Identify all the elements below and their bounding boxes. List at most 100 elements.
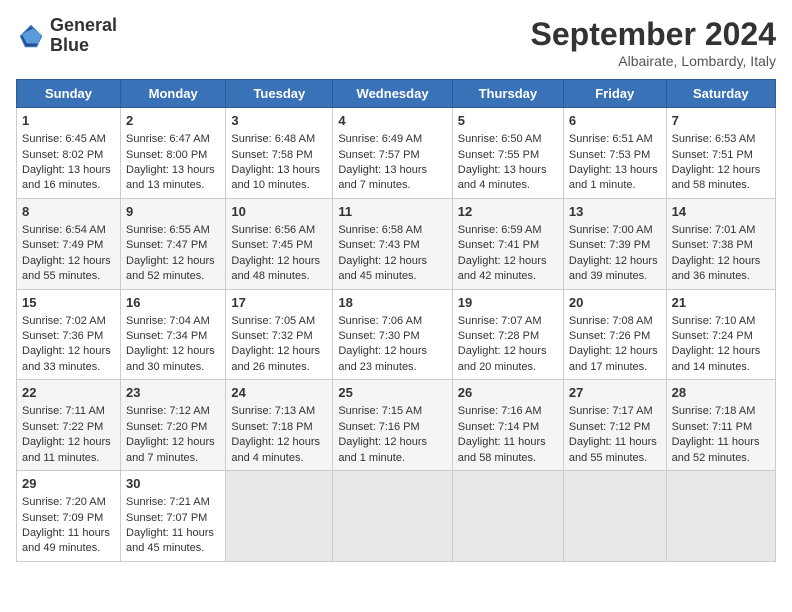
day-info: Daylight: 12 hours and 17 minutes. — [569, 344, 661, 375]
day-info: Sunset: 7:55 PM — [458, 148, 558, 163]
day-info: Daylight: 12 hours and 26 minutes. — [231, 344, 327, 375]
day-info: Sunset: 7:51 PM — [672, 148, 770, 163]
day-info: Sunset: 7:47 PM — [126, 238, 220, 253]
day-number: 25 — [338, 384, 446, 402]
day-info: Sunset: 8:02 PM — [22, 148, 115, 163]
day-info: Daylight: 12 hours and 45 minutes. — [338, 254, 446, 285]
calendar-cell — [452, 471, 563, 562]
day-info: Sunset: 7:34 PM — [126, 329, 220, 344]
day-info: Daylight: 12 hours and 7 minutes. — [126, 435, 220, 466]
day-number: 30 — [126, 475, 220, 493]
calendar-cell: 29Sunrise: 7:20 AMSunset: 7:09 PMDayligh… — [17, 471, 121, 562]
day-header-sunday: Sunday — [17, 80, 121, 108]
day-number: 18 — [338, 294, 446, 312]
day-info: Daylight: 11 hours and 55 minutes. — [569, 435, 661, 466]
day-info: Sunrise: 7:15 AM — [338, 404, 446, 419]
day-info: Sunset: 7:43 PM — [338, 238, 446, 253]
day-info: Sunrise: 6:56 AM — [231, 223, 327, 238]
day-info: Sunrise: 6:47 AM — [126, 132, 220, 147]
logo-icon — [16, 21, 46, 51]
calendar-table: SundayMondayTuesdayWednesdayThursdayFrid… — [16, 79, 776, 562]
calendar-week-2: 8Sunrise: 6:54 AMSunset: 7:49 PMDaylight… — [17, 198, 776, 289]
day-info: Sunset: 7:18 PM — [231, 420, 327, 435]
calendar-cell: 4Sunrise: 6:49 AMSunset: 7:57 PMDaylight… — [333, 108, 452, 199]
day-info: Daylight: 12 hours and 42 minutes. — [458, 254, 558, 285]
day-info: Daylight: 12 hours and 20 minutes. — [458, 344, 558, 375]
day-number: 16 — [126, 294, 220, 312]
logo-text: General Blue — [50, 16, 117, 56]
calendar-cell: 25 Sunrise: 7:15 AMSunset: 7:16 PMDayligh… — [333, 380, 452, 471]
day-number: 11 — [338, 203, 446, 221]
day-info: Sunrise: 7:21 AM — [126, 495, 220, 510]
calendar-cell: 2Sunrise: 6:47 AMSunset: 8:00 PMDaylight… — [121, 108, 226, 199]
day-number: 19 — [458, 294, 558, 312]
day-header-tuesday: Tuesday — [226, 80, 333, 108]
calendar-cell: 1Sunrise: 6:45 AMSunset: 8:02 PMDaylight… — [17, 108, 121, 199]
day-info: Daylight: 12 hours and 4 minutes. — [231, 435, 327, 466]
day-info: Daylight: 11 hours and 58 minutes. — [458, 435, 558, 466]
day-info: Sunset: 7:36 PM — [22, 329, 115, 344]
day-info: Sunset: 7:12 PM — [569, 420, 661, 435]
calendar-cell — [666, 471, 775, 562]
day-number: 15 — [22, 294, 115, 312]
day-info: Sunset: 7:38 PM — [672, 238, 770, 253]
calendar-cell: 18Sunrise: 7:06 AMSunset: 7:30 PMDayligh… — [333, 289, 452, 380]
calendar-week-4: 22Sunrise: 7:11 AMSunset: 7:22 PMDayligh… — [17, 380, 776, 471]
day-info: Sunset: 7:53 PM — [569, 148, 661, 163]
calendar-cell — [226, 471, 333, 562]
calendar-cell: 19 Sunrise: 7:07 AMSunset: 7:28 PMDayligh… — [452, 289, 563, 380]
day-info: Sunrise: 7:00 AM — [569, 223, 661, 238]
logo: General Blue — [16, 16, 117, 56]
day-info: Sunrise: 6:45 AM — [22, 132, 115, 147]
month-title: September 2024 — [531, 16, 776, 53]
day-info: Sunrise: 7:06 AM — [338, 314, 446, 329]
day-info: Sunrise: 7:17 AM — [569, 404, 661, 419]
day-number: 17 — [231, 294, 327, 312]
day-header-friday: Friday — [563, 80, 666, 108]
day-info: Sunset: 7:16 PM — [338, 420, 446, 435]
day-header-thursday: Thursday — [452, 80, 563, 108]
page-header: General Blue September 2024 Albairate, L… — [16, 16, 776, 69]
day-info: Sunset: 7:39 PM — [569, 238, 661, 253]
calendar-cell: 27Sunrise: 7:17 AMSunset: 7:12 PMDayligh… — [563, 380, 666, 471]
day-info: Sunset: 7:28 PM — [458, 329, 558, 344]
day-info: Daylight: 13 hours and 7 minutes. — [338, 163, 446, 194]
calendar-cell: 12Sunrise: 6:59 AMSunset: 7:41 PMDayligh… — [452, 198, 563, 289]
day-number: 13 — [569, 203, 661, 221]
day-info: Daylight: 11 hours and 49 minutes. — [22, 526, 115, 557]
calendar-cell: 23Sunrise: 7:12 AMSunset: 7:20 PMDayligh… — [121, 380, 226, 471]
calendar-cell: 9Sunrise: 6:55 AMSunset: 7:47 PMDaylight… — [121, 198, 226, 289]
day-info: Sunrise: 6:50 AM — [458, 132, 558, 147]
day-info: Sunrise: 7:10 AM — [672, 314, 770, 329]
day-info: Sunrise: 7:04 AM — [126, 314, 220, 329]
day-number: 14 — [672, 203, 770, 221]
day-info: Sunrise: 6:48 AM — [231, 132, 327, 147]
day-info: Sunset: 7:30 PM — [338, 329, 446, 344]
day-info: Sunrise: 6:51 AM — [569, 132, 661, 147]
day-info: Sunset: 7:22 PM — [22, 420, 115, 435]
day-info: Daylight: 11 hours and 45 minutes. — [126, 526, 220, 557]
calendar-cell: 30Sunrise: 7:21 AMSunset: 7:07 PMDayligh… — [121, 471, 226, 562]
day-info: Daylight: 12 hours and 11 minutes. — [22, 435, 115, 466]
day-info: Sunset: 7:14 PM — [458, 420, 558, 435]
day-info: Sunset: 8:00 PM — [126, 148, 220, 163]
day-number: 8 — [22, 203, 115, 221]
day-info: Daylight: 12 hours and 55 minutes. — [22, 254, 115, 285]
day-number: 9 — [126, 203, 220, 221]
day-info: Daylight: 13 hours and 4 minutes. — [458, 163, 558, 194]
calendar-cell: 15Sunrise: 7:02 AMSunset: 7:36 PMDayligh… — [17, 289, 121, 380]
day-header-monday: Monday — [121, 80, 226, 108]
day-info: Sunset: 7:49 PM — [22, 238, 115, 253]
day-info: Sunrise: 7:18 AM — [672, 404, 770, 419]
calendar-cell: 26Sunrise: 7:16 AMSunset: 7:14 PMDayligh… — [452, 380, 563, 471]
day-info: Daylight: 13 hours and 1 minute. — [569, 163, 661, 194]
day-number: 26 — [458, 384, 558, 402]
day-info: Daylight: 12 hours and 48 minutes. — [231, 254, 327, 285]
calendar-cell: 24Sunrise: 7:13 AMSunset: 7:18 PMDayligh… — [226, 380, 333, 471]
calendar-header-row: SundayMondayTuesdayWednesdayThursdayFrid… — [17, 80, 776, 108]
location-subtitle: Albairate, Lombardy, Italy — [531, 53, 776, 69]
day-info: Daylight: 12 hours and 1 minute. — [338, 435, 446, 466]
day-number: 7 — [672, 112, 770, 130]
day-info: Sunset: 7:24 PM — [672, 329, 770, 344]
day-info: Sunrise: 7:07 AM — [458, 314, 558, 329]
